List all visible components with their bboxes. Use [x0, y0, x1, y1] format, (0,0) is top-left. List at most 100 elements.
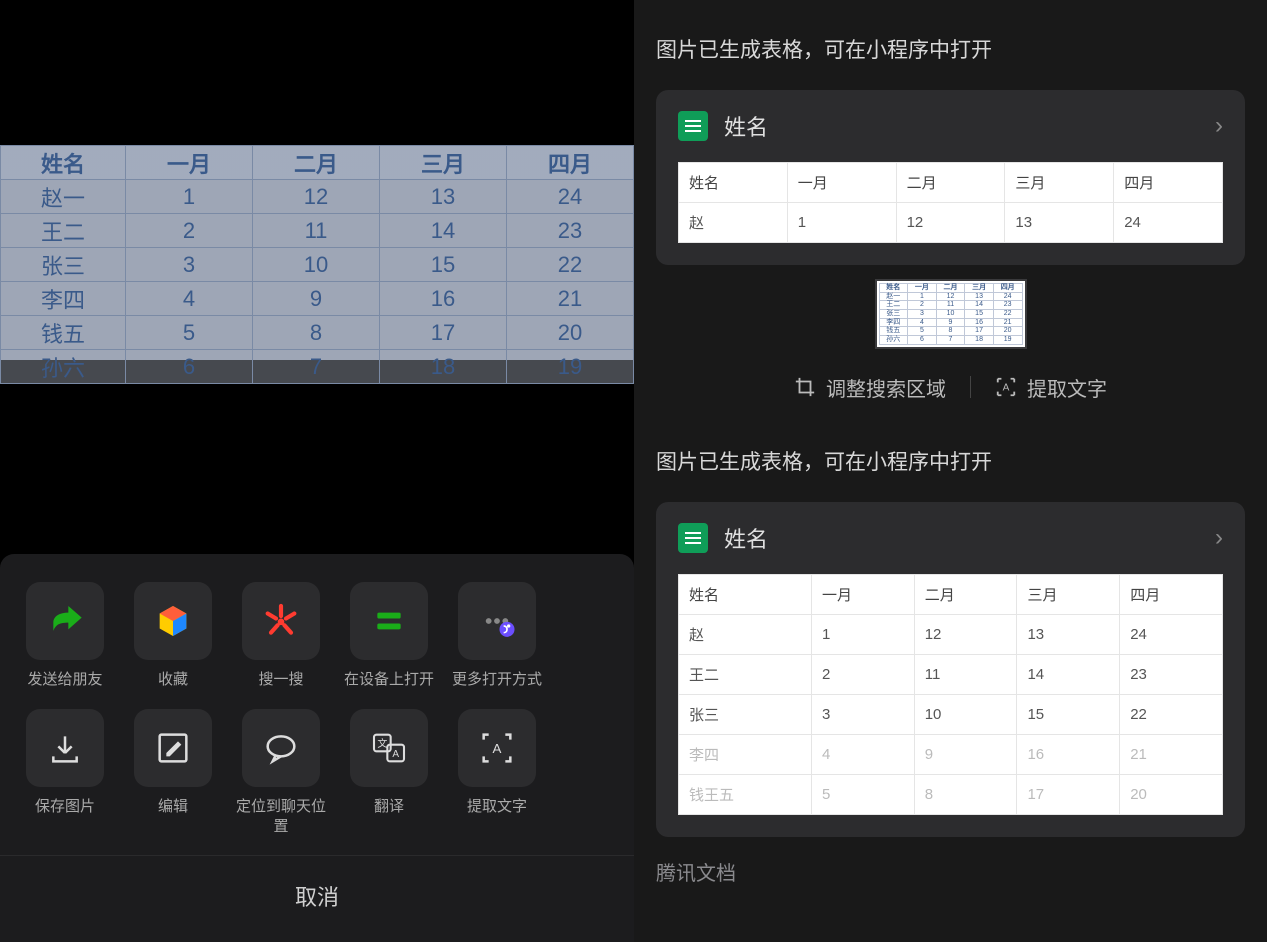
source-table: 姓名一月二月三月四月赵一1121324王二2111423张三3101522李四4…	[0, 145, 634, 384]
download-icon	[26, 709, 104, 787]
adjust-search-area-button[interactable]: 调整搜索区域	[794, 373, 946, 402]
extract-text-button[interactable]: A 提取文字	[450, 709, 544, 838]
action-label: 翻译	[374, 797, 404, 817]
result-table-2: 姓名一月二月三月四月赵1121324王二2111423张三3101522李四49…	[678, 574, 1223, 815]
table-header: 二月	[253, 146, 380, 180]
search-button[interactable]: 搜一搜	[234, 582, 328, 690]
table-header: 二月	[936, 284, 965, 293]
table-header: 姓名	[679, 163, 788, 203]
table-header: 姓名	[679, 574, 812, 614]
table-header: 四月	[1120, 574, 1223, 614]
action-label: 更多打开方式	[452, 670, 542, 690]
card-header-2[interactable]: 姓名 ›	[656, 502, 1245, 574]
spreadsheet-icon	[678, 111, 708, 141]
table-row: 钱五581720	[879, 327, 1022, 336]
action-label: 发送给朋友	[27, 670, 102, 690]
image-viewer-panel: 姓名一月二月三月四月赵一1121324王二2111423张三3101522李四4…	[0, 0, 634, 942]
table-row: 孙六671819	[1, 350, 634, 384]
table-header: 二月	[914, 574, 1017, 614]
table-row: 孙六671819	[879, 336, 1022, 345]
extract-text-button[interactable]: A 提取文字	[995, 373, 1107, 402]
info-text-1: 图片已生成表格，可在小程序中打开	[656, 34, 1245, 64]
action-sheet: 发送给朋友收藏搜一搜在设备上打开更多打开方式 保存图片编辑定位到聊天位置文A翻译…	[0, 554, 634, 942]
table-header: 三月	[965, 284, 994, 293]
svg-text:文: 文	[377, 737, 387, 750]
source-image-preview[interactable]: 姓名一月二月三月四月赵一1121324王二2111423张三3101522李四4…	[0, 145, 634, 360]
action-label: 保存图片	[35, 797, 95, 817]
table-header: 三月	[1017, 574, 1120, 614]
more-open-with-button[interactable]: 更多打开方式	[450, 582, 544, 690]
table-row: 赵一1121324	[879, 292, 1022, 301]
table-header: 四月	[507, 146, 634, 180]
share-to-friend-button[interactable]: 发送给朋友	[18, 582, 112, 690]
action-row-2: 保存图片编辑定位到聊天位置文A翻译A提取文字	[0, 709, 634, 838]
table-row: 赵1121324	[679, 203, 1223, 243]
locate-in-chat-button[interactable]: 定位到聊天位置	[234, 709, 328, 838]
crop-icon	[794, 376, 816, 398]
card-header-1[interactable]: 姓名 ›	[656, 90, 1245, 162]
action-label: 搜一搜	[258, 670, 303, 690]
chevron-right-icon: ›	[1215, 524, 1223, 552]
card-title-2: 姓名	[724, 522, 1215, 554]
table-header: 二月	[896, 163, 1005, 203]
table-header: 四月	[1114, 163, 1223, 203]
table-header: 四月	[993, 284, 1022, 293]
result-table-1: 姓名一月二月三月四月赵1121324	[678, 162, 1223, 243]
chevron-right-icon: ›	[1215, 112, 1223, 140]
table-row: 王二2111423	[1, 214, 634, 248]
cube-icon	[134, 582, 212, 660]
table-header: 姓名	[1, 146, 126, 180]
favorite-button[interactable]: 收藏	[126, 582, 220, 690]
action-label: 在设备上打开	[344, 670, 434, 690]
svg-text:A: A	[392, 749, 399, 760]
result-card-2: 姓名 › 姓名一月二月三月四月赵1121324王二2111423张三310152…	[656, 502, 1245, 837]
thumbnail-area: 姓名一月二月三月四月赵一1121324王二2111423张三3101522李四4…	[656, 279, 1245, 349]
svg-text:A: A	[493, 741, 502, 756]
table-row: 张三3101522	[679, 694, 1223, 734]
chat-icon	[242, 709, 320, 787]
table-row: 王二2111423	[879, 301, 1022, 310]
table-row: 李四491621	[1, 282, 634, 316]
edit-icon	[134, 709, 212, 787]
table-row: 钱五581720	[1, 316, 634, 350]
more-icon	[458, 582, 536, 660]
table-header: 三月	[380, 146, 507, 180]
source-thumbnail[interactable]: 姓名一月二月三月四月赵一1121324王二2111423张三3101522李四4…	[875, 279, 1027, 349]
result-panel: 图片已生成表格，可在小程序中打开 姓名 › 姓名一月二月三月四月赵1121324…	[634, 0, 1267, 942]
list-icon	[350, 582, 428, 660]
cancel-button[interactable]: 取消	[0, 855, 634, 942]
tool-row: 调整搜索区域 A 提取文字	[656, 373, 1245, 402]
table-row: 李四491621	[879, 318, 1022, 327]
action-label: 编辑	[158, 797, 188, 817]
provider-label: 腾讯文档	[656, 857, 1245, 886]
edit-button[interactable]: 编辑	[126, 709, 220, 838]
table-header: 一月	[126, 146, 253, 180]
table-header: 姓名	[879, 284, 908, 293]
result-card-1: 姓名 › 姓名一月二月三月四月赵1121324	[656, 90, 1245, 265]
table-row: 王二2111423	[679, 654, 1223, 694]
table-header: 一月	[787, 163, 896, 203]
svg-text:A: A	[1003, 383, 1010, 394]
ocr-icon: A	[995, 376, 1017, 398]
action-label: 定位到聊天位置	[234, 797, 328, 838]
table-header: 三月	[1005, 163, 1114, 203]
table-row: 钱王五581720	[679, 774, 1223, 814]
table-row: 赵一1121324	[1, 180, 634, 214]
open-on-device-button[interactable]: 在设备上打开	[342, 582, 436, 690]
translate-icon: 文A	[350, 709, 428, 787]
spreadsheet-icon	[678, 523, 708, 553]
card-title-1: 姓名	[724, 110, 1215, 142]
table-row: 张三3101522	[1, 248, 634, 282]
separator	[970, 376, 971, 398]
table-row: 赵1121324	[679, 614, 1223, 654]
share-icon	[26, 582, 104, 660]
table-header: 一月	[811, 574, 914, 614]
spark-icon	[242, 582, 320, 660]
action-label: 收藏	[158, 670, 188, 690]
save-image-button[interactable]: 保存图片	[18, 709, 112, 838]
table-row: 李四491621	[679, 734, 1223, 774]
action-label: 提取文字	[467, 797, 527, 817]
translate-button[interactable]: 文A 翻译	[342, 709, 436, 838]
ocr-icon: A	[458, 709, 536, 787]
table-row: 张三3101522	[879, 310, 1022, 319]
